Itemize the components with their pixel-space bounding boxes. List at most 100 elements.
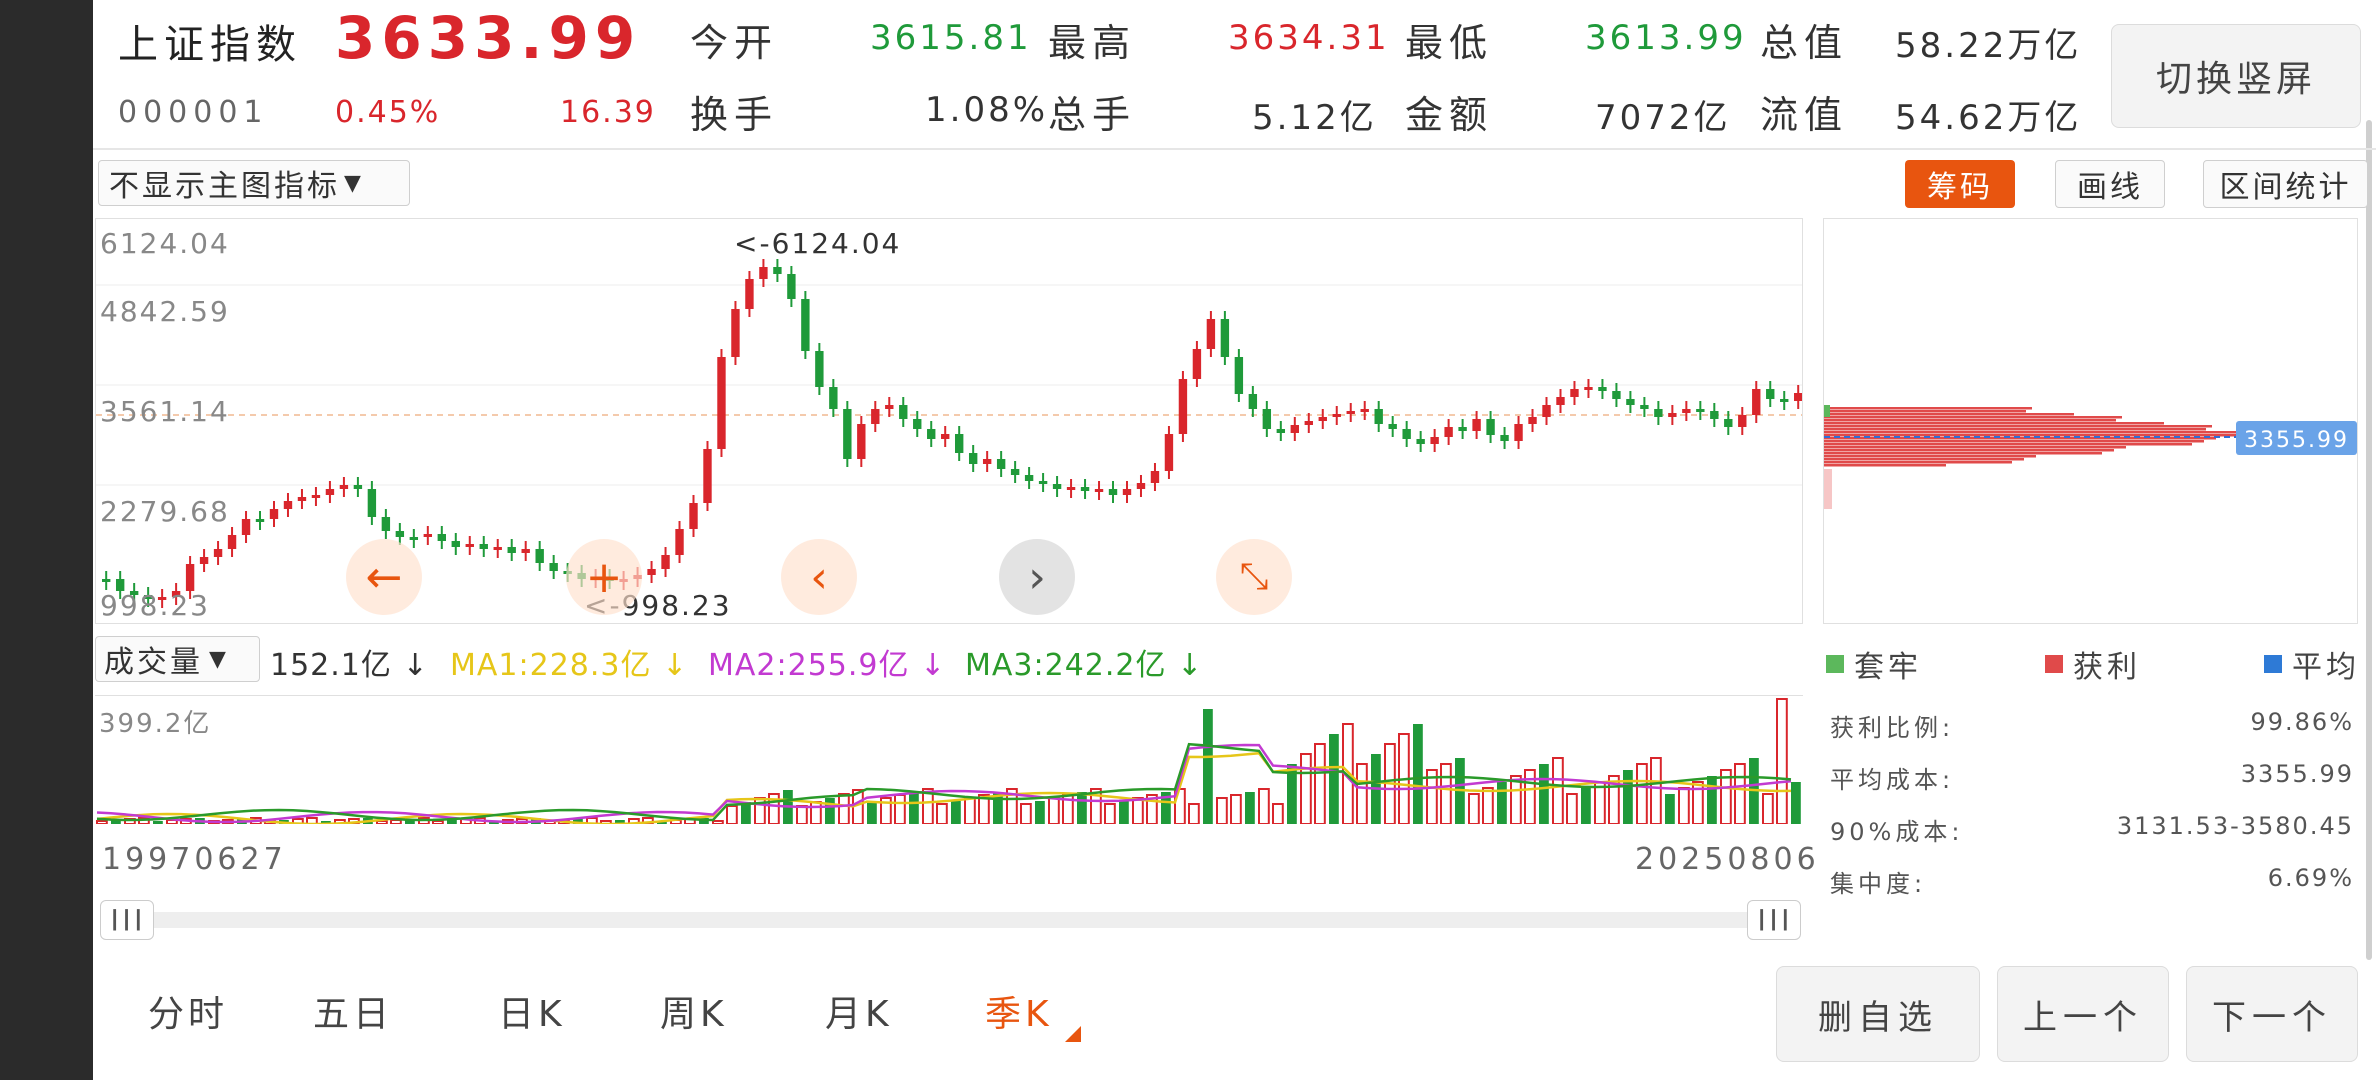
tab-quarterly-k[interactable]: 季K bbox=[985, 985, 1053, 1037]
active-tab-indicator bbox=[1065, 1026, 1081, 1042]
chevron-right-glyph: › bbox=[1028, 551, 1046, 603]
candle-body bbox=[185, 564, 195, 591]
chip-stat-90-cost-label: 90%成本: bbox=[1830, 818, 1964, 846]
tab-weekly-k[interactable]: 周K bbox=[660, 985, 728, 1037]
candle-body bbox=[1052, 484, 1062, 489]
kline-chart-frame[interactable]: 6124.04 4842.59 3561.14 2279.68 998.23 <… bbox=[95, 218, 1803, 624]
candle-body bbox=[1780, 399, 1789, 402]
candle-body bbox=[1304, 421, 1313, 425]
volume-bar bbox=[1762, 793, 1774, 824]
volume-bar bbox=[1734, 763, 1746, 824]
pan-left-icon[interactable]: ‹ bbox=[781, 539, 857, 615]
candle-body bbox=[689, 503, 698, 529]
candle-body bbox=[1290, 425, 1299, 433]
range-stats-button[interactable]: 区间统计 bbox=[2203, 160, 2368, 208]
arrow-down-icon: ↓ bbox=[1177, 648, 1204, 683]
index-code: 000001 bbox=[118, 95, 269, 130]
volume-bar bbox=[1707, 776, 1717, 824]
header-divider bbox=[93, 148, 2376, 150]
stat-label-total-hands: 总手 bbox=[1048, 93, 1137, 137]
tab-five-day[interactable]: 五日 bbox=[313, 985, 393, 1037]
volume-bar bbox=[1329, 734, 1339, 824]
candle-body bbox=[996, 459, 1006, 469]
chip-bar bbox=[1824, 413, 2074, 416]
volume-bars bbox=[96, 698, 1801, 824]
zoom-in-icon[interactable]: + bbox=[566, 539, 642, 615]
chip-bars bbox=[1824, 405, 2282, 509]
previous-button[interactable]: 上一个 bbox=[1997, 966, 2169, 1062]
range-slider-right-handle[interactable]: ┃┃┃ bbox=[1747, 900, 1801, 940]
next-button[interactable]: 下一个 bbox=[2186, 966, 2358, 1062]
switch-portrait-button[interactable]: 切换竖屏 bbox=[2111, 24, 2361, 128]
range-slider-left-handle[interactable]: ┃┃┃ bbox=[100, 900, 154, 940]
candle-body bbox=[1346, 411, 1355, 414]
volume-bar bbox=[1230, 794, 1242, 824]
tab-intraday[interactable]: 分时 bbox=[148, 985, 228, 1037]
volume-bar bbox=[894, 794, 906, 824]
candle-body bbox=[1710, 411, 1719, 419]
chip-bar bbox=[1824, 407, 2032, 410]
stat-label-open: 今开 bbox=[690, 21, 779, 65]
candle-body bbox=[1598, 387, 1607, 391]
stat-value-float-value: 54.62万亿 bbox=[1895, 98, 2082, 138]
candle-body bbox=[1276, 429, 1286, 433]
chip-stat-avg-cost-label: 平均成本: bbox=[1830, 766, 1955, 794]
pan-right-icon[interactable]: › bbox=[999, 539, 1075, 615]
remove-watchlist-button[interactable]: 删自选 bbox=[1776, 966, 1980, 1062]
candle-body bbox=[1024, 475, 1034, 481]
candle-body bbox=[269, 509, 279, 519]
chip-bar bbox=[1824, 416, 2122, 419]
stat-value-total-hands: 5.12亿 bbox=[1252, 98, 1377, 138]
candle-body bbox=[787, 274, 796, 299]
chip-bar bbox=[1824, 422, 2164, 425]
main-indicator-dropdown[interactable]: 不显示主图指标 ▼ bbox=[98, 160, 410, 206]
volume-bar bbox=[909, 792, 919, 824]
stat-value-open: 3615.81 bbox=[870, 18, 1032, 58]
volume-bar bbox=[1258, 788, 1270, 824]
candle-body bbox=[549, 563, 558, 571]
volume-bar bbox=[1650, 757, 1662, 824]
candle-body bbox=[1108, 489, 1118, 495]
volume-bar bbox=[1581, 788, 1591, 824]
volume-chart[interactable]: 399.2亿 bbox=[95, 696, 1803, 824]
candle-body bbox=[1626, 399, 1635, 405]
chevron-left-glyph: ‹ bbox=[810, 551, 828, 603]
chip-bar bbox=[1824, 443, 2192, 446]
draw-line-button[interactable]: 画线 bbox=[2055, 160, 2165, 208]
chip-distribution-button[interactable]: 筹码 bbox=[1905, 160, 2015, 208]
start-date: 19970627 bbox=[102, 842, 287, 877]
stat-label-amount: 金额 bbox=[1405, 93, 1494, 137]
candle-body bbox=[1668, 413, 1677, 417]
volume-bar bbox=[712, 820, 724, 824]
candle-body bbox=[1444, 427, 1453, 437]
y-label-2: 4842.59 bbox=[100, 295, 230, 328]
change-value: 16.39 bbox=[560, 95, 656, 130]
scroll-back-icon[interactable]: ← bbox=[346, 539, 422, 615]
legend-swatch-red bbox=[2045, 655, 2063, 673]
y-label-4: 2279.68 bbox=[100, 495, 230, 528]
candle-body bbox=[1262, 409, 1272, 429]
volume-bar bbox=[1552, 757, 1564, 824]
tab-monthly-k[interactable]: 月K bbox=[825, 985, 893, 1037]
candle-body bbox=[1010, 469, 1020, 475]
stat-value-amount: 7072亿 bbox=[1595, 98, 1731, 138]
sub-indicator-dropdown[interactable]: 成交量 ▼ bbox=[95, 636, 260, 682]
candle-body bbox=[843, 409, 852, 459]
zoom-out-icon[interactable]: ⤡ bbox=[1216, 539, 1292, 615]
stat-label-high: 最高 bbox=[1048, 21, 1137, 65]
change-percent: 0.45% bbox=[335, 95, 441, 130]
volume-bar bbox=[96, 820, 108, 824]
scrollbar[interactable] bbox=[2366, 120, 2372, 960]
tab-daily-k[interactable]: 日K bbox=[498, 985, 566, 1037]
chip-bar bbox=[1824, 428, 2206, 431]
candle-body bbox=[199, 557, 209, 564]
candle-body bbox=[521, 549, 530, 553]
volume-bar bbox=[1594, 781, 1606, 824]
candle-body bbox=[1794, 393, 1802, 401]
volume-chart-frame[interactable]: 399.2亿 bbox=[95, 695, 1803, 824]
range-slider-track[interactable] bbox=[100, 912, 1800, 928]
chip-bar bbox=[1824, 458, 2024, 461]
candle-body bbox=[857, 424, 866, 459]
stat-value-turnover: 1.08% bbox=[925, 90, 1049, 130]
current-price: 3633.99 bbox=[335, 4, 642, 72]
